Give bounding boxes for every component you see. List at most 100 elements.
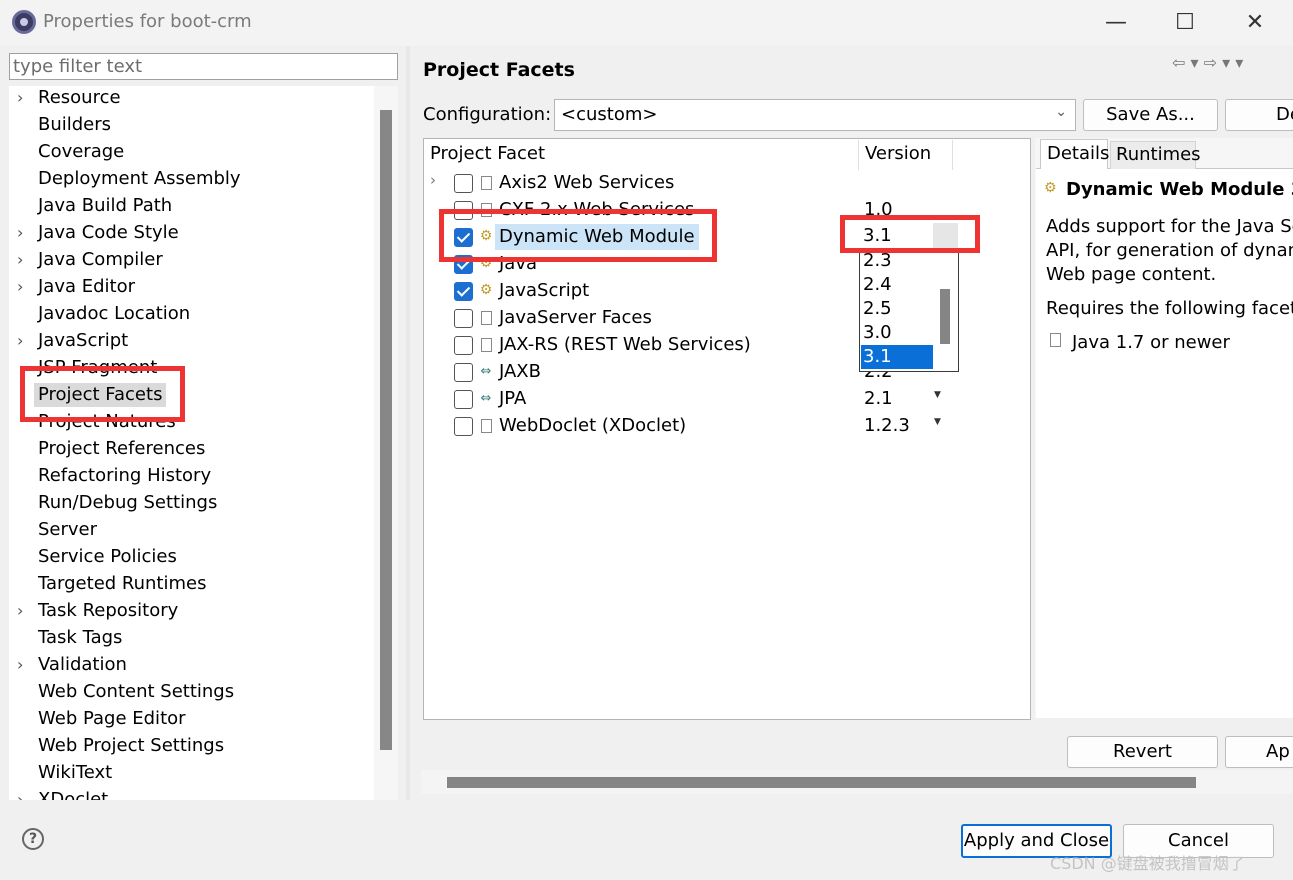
facet-label: CXF 2.x Web Services: [499, 199, 695, 220]
facet-version[interactable]: 1.0: [864, 197, 893, 223]
facet-row[interactable]: CXF 2.x Web Services 1.0: [424, 197, 1030, 224]
tree-item[interactable]: Java Build Path: [9, 194, 369, 221]
apply-button[interactable]: Ap: [1225, 736, 1293, 768]
chevron-right-icon[interactable]: ›: [17, 331, 23, 350]
tree-item[interactable]: › Java Editor: [9, 275, 369, 302]
tree-item[interactable]: › Validation: [9, 653, 369, 680]
tree-item[interactable]: Server: [9, 518, 369, 545]
tab-runtimes[interactable]: Runtimes: [1110, 141, 1201, 169]
chevron-right-icon[interactable]: ›: [430, 171, 436, 189]
version-combo-current[interactable]: 3.1: [859, 223, 959, 249]
revert-button[interactable]: Revert: [1067, 736, 1218, 768]
column-separator[interactable]: [858, 140, 859, 170]
help-icon[interactable]: ?: [22, 828, 44, 850]
chevron-right-icon[interactable]: ›: [17, 223, 23, 242]
facet-label: WebDoclet (XDoclet): [499, 415, 687, 436]
chevron-right-icon[interactable]: ›: [17, 790, 23, 800]
facet-checkbox[interactable]: [454, 363, 473, 382]
chevron-right-icon[interactable]: ›: [17, 277, 23, 296]
details-title: Dynamic Web Module 3.: [1066, 179, 1293, 200]
facet-version[interactable]: 2.1: [864, 386, 893, 412]
configuration-label: Configuration:: [423, 104, 552, 125]
delete-button[interactable]: De: [1225, 99, 1293, 131]
document-icon: [1050, 333, 1061, 347]
tree-item-label: Web Project Settings: [38, 735, 225, 756]
facet-checkbox[interactable]: [454, 282, 473, 301]
chevron-down-icon: ⌄: [1055, 104, 1067, 120]
chevron-right-icon[interactable]: ›: [17, 250, 23, 269]
tree-item[interactable]: Project Facets: [9, 383, 369, 410]
document-icon: [481, 203, 492, 217]
tree-item-label: Java Compiler: [38, 249, 163, 270]
close-button[interactable]: ✕: [1232, 4, 1278, 42]
chevron-down-icon[interactable]: ▼: [934, 390, 941, 400]
version-option[interactable]: 2.3: [861, 249, 933, 273]
maximize-button[interactable]: ☐: [1162, 4, 1208, 42]
column-header-facet[interactable]: Project Facet: [430, 143, 545, 164]
chevron-right-icon[interactable]: ›: [17, 88, 23, 107]
version-list-scrollbar[interactable]: [940, 289, 950, 344]
facet-label: Dynamic Web Module: [495, 224, 699, 250]
tree-item-label: Deployment Assembly: [38, 168, 241, 189]
facet-checkbox[interactable]: [454, 336, 473, 355]
tree-item[interactable]: Refactoring History: [9, 464, 369, 491]
tree-item[interactable]: › Java Code Style: [9, 221, 369, 248]
tree-item[interactable]: › JavaScript: [9, 329, 369, 356]
tree-item[interactable]: Javadoc Location: [9, 302, 369, 329]
facet-version[interactable]: 1.2.3: [864, 413, 910, 439]
tree-item[interactable]: Project Natures: [9, 410, 369, 437]
tree-item[interactable]: Web Content Settings: [9, 680, 369, 707]
tree-scrollbar-thumb[interactable]: [380, 110, 392, 750]
tree-item[interactable]: Coverage: [9, 140, 369, 167]
chevron-right-icon[interactable]: ›: [17, 601, 23, 620]
tab-details[interactable]: Details: [1040, 139, 1109, 169]
facet-row[interactable]: › Axis2 Web Services: [424, 170, 1030, 197]
tree-item-label: WikiText: [38, 762, 113, 783]
horizontal-scrollbar-thumb[interactable]: [447, 777, 1196, 788]
facet-checkbox[interactable]: [454, 417, 473, 436]
facet-checkbox[interactable]: [454, 255, 473, 274]
chevron-down-icon[interactable]: ▼: [934, 417, 941, 427]
tree-item-label: Javadoc Location: [38, 303, 191, 324]
document-icon: [481, 311, 492, 325]
configuration-combo[interactable]: <custom> ⌄: [554, 99, 1076, 131]
tree-item[interactable]: Targeted Runtimes: [9, 572, 369, 599]
version-option[interactable]: 2.4: [861, 273, 933, 297]
column-header-version[interactable]: Version: [865, 143, 931, 164]
tree-item-label: Project Natures: [38, 411, 176, 432]
tree-item-label: Targeted Runtimes: [38, 573, 207, 594]
tree-item[interactable]: Project References: [9, 437, 369, 464]
version-option[interactable]: 2.5: [861, 297, 933, 321]
tree-item[interactable]: › Resource: [9, 86, 369, 113]
filter-input[interactable]: [9, 53, 398, 80]
tree-item[interactable]: Web Page Editor: [9, 707, 369, 734]
tree-item[interactable]: Service Policies: [9, 545, 369, 572]
column-separator[interactable]: [952, 140, 953, 170]
tree-item[interactable]: Deployment Assembly: [9, 167, 369, 194]
back-forward-menu-icons[interactable]: ⇦ ▾ ⇨ ▾ ▾: [1172, 53, 1243, 72]
facet-checkbox[interactable]: [454, 309, 473, 328]
version-option[interactable]: 3.0: [861, 321, 933, 345]
facet-checkbox[interactable]: [454, 390, 473, 409]
tree-item[interactable]: Run/Debug Settings: [9, 491, 369, 518]
tree-item[interactable]: › Java Compiler: [9, 248, 369, 275]
chevron-right-icon[interactable]: ›: [17, 655, 23, 674]
save-as-button[interactable]: Save As...: [1083, 99, 1218, 131]
version-option[interactable]: 3.1: [861, 345, 933, 369]
tree-item[interactable]: JSP Fragment: [9, 356, 369, 383]
tree-item[interactable]: Web Project Settings: [9, 734, 369, 761]
tree-item[interactable]: WikiText: [9, 761, 369, 788]
tree-item[interactable]: › Task Repository: [9, 599, 369, 626]
tree-item[interactable]: Task Tags: [9, 626, 369, 653]
facet-row[interactable]: WebDoclet (XDoclet) 1.2.3 ▼: [424, 413, 1030, 440]
facet-checkbox[interactable]: [454, 174, 473, 193]
tree-item[interactable]: › XDoclet: [9, 788, 369, 800]
minimize-button[interactable]: —: [1093, 4, 1139, 42]
facet-checkbox[interactable]: [454, 201, 473, 220]
tree-item-label: Server: [38, 519, 98, 540]
tree-item-label: Project Facets: [34, 383, 167, 407]
tree-item[interactable]: Builders: [9, 113, 369, 140]
facet-checkbox[interactable]: [454, 228, 473, 247]
facet-row[interactable]: ⇔ JPA 2.1 ▼: [424, 386, 1030, 413]
version-combo-arrow-area[interactable]: [933, 223, 958, 249]
